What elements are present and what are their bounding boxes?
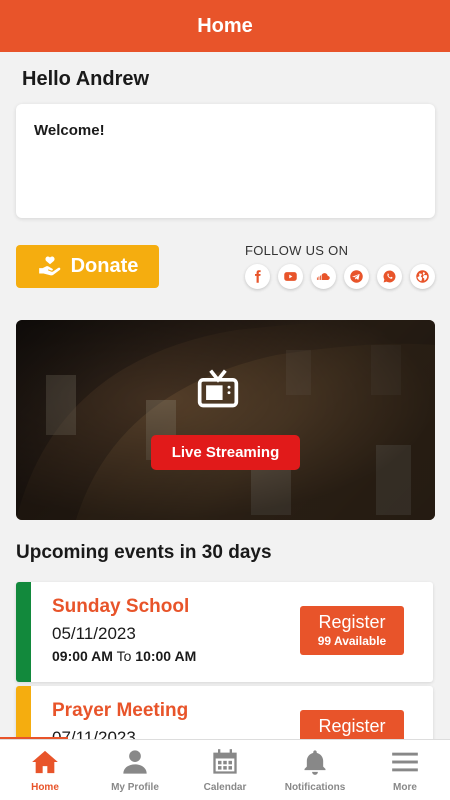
- user-icon: [123, 750, 147, 774]
- event-title: Sunday School: [52, 596, 190, 617]
- page-title: Home: [197, 14, 253, 37]
- tab-home[interactable]: Home: [0, 740, 90, 800]
- tab-label: More: [393, 782, 417, 793]
- tab-my-profile[interactable]: My Profile: [90, 740, 180, 800]
- tab-label: Calendar: [203, 782, 247, 793]
- live-streaming-card[interactable]: Live Streaming: [16, 320, 435, 520]
- event-time-separator: To: [116, 648, 132, 664]
- availability-count: 99 Available: [317, 634, 387, 648]
- welcome-text: Welcome!: [34, 122, 105, 139]
- donate-label: Donate: [70, 255, 139, 277]
- menu-icon: [392, 752, 418, 772]
- greeting-text: Hello Andrew: [22, 68, 150, 90]
- live-streaming-button[interactable]: Live Streaming: [151, 435, 300, 470]
- social-links: FOLLOW US ON: [245, 243, 435, 289]
- event-date: 05/11/2023: [52, 624, 136, 643]
- event-end-time: 10:00 AM: [135, 648, 197, 664]
- bell-icon: [304, 750, 326, 775]
- bottom-tab-bar: Home My Profile Calendar Notifications M…: [0, 739, 450, 800]
- soundcloud-link[interactable]: [311, 264, 336, 289]
- event-title: Prayer Meeting: [52, 700, 189, 721]
- welcome-card: Welcome!: [16, 104, 435, 218]
- calendar-icon: [213, 749, 237, 774]
- app-header: Home: [0, 0, 450, 52]
- facebook-link[interactable]: [245, 264, 270, 289]
- whatsapp-link[interactable]: [377, 264, 402, 289]
- facebook-icon: [255, 270, 261, 283]
- register-label: Register: [318, 612, 386, 632]
- event-card-sunday-school[interactable]: Sunday School 05/11/2023 09:00 AM To 10:…: [16, 582, 433, 682]
- donate-button[interactable]: Donate: [16, 245, 159, 288]
- hand-heart-icon: [38, 255, 60, 275]
- globe-icon: [416, 270, 429, 283]
- tab-label: Home: [31, 782, 59, 793]
- telegram-icon: [350, 270, 363, 283]
- tab-label: My Profile: [111, 782, 159, 793]
- whatsapp-icon: [383, 270, 396, 283]
- soundcloud-icon: [316, 273, 330, 280]
- register-label: Register: [318, 716, 386, 736]
- home-icon: [32, 750, 58, 774]
- image-overlay: [16, 320, 435, 520]
- event-start-time: 09:00 AM: [52, 648, 113, 664]
- event-color-stripe: [16, 582, 31, 682]
- website-link[interactable]: [410, 264, 435, 289]
- tab-calendar[interactable]: Calendar: [180, 740, 270, 800]
- event-time: 09:00 AM To 10:00 AM: [52, 648, 196, 664]
- tv-icon: [197, 369, 239, 408]
- telegram-link[interactable]: [344, 264, 369, 289]
- youtube-icon: [284, 272, 297, 281]
- youtube-link[interactable]: [278, 264, 303, 289]
- follow-label: FOLLOW US ON: [245, 243, 349, 258]
- tab-more[interactable]: More: [360, 740, 450, 800]
- upcoming-events-heading: Upcoming events in 30 days: [16, 542, 272, 563]
- tab-label: Notifications: [284, 782, 346, 793]
- tab-notifications[interactable]: Notifications: [270, 740, 360, 800]
- register-button[interactable]: Register 99 Available: [300, 606, 404, 655]
